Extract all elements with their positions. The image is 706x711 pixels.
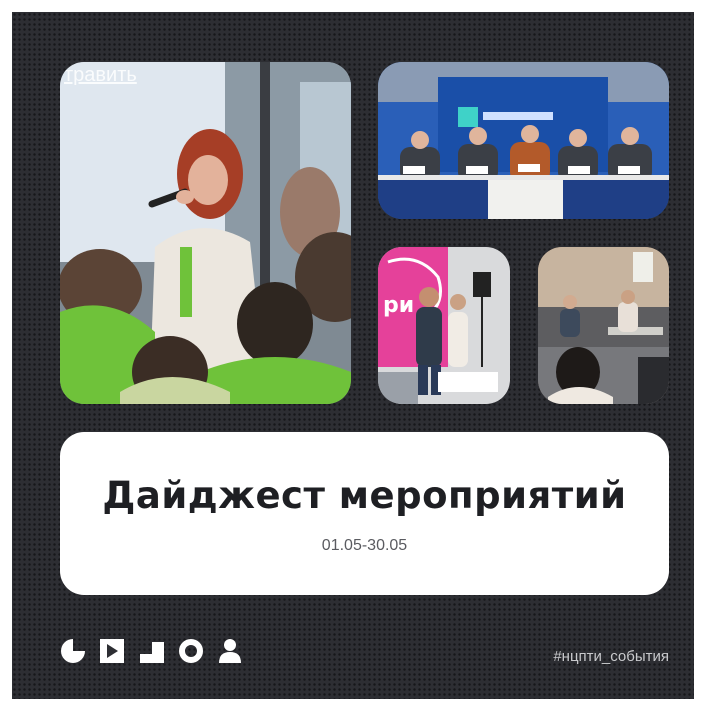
stage-photo: ри (378, 247, 510, 404)
date-range: 01.05-30.05 (321, 537, 408, 554)
person-icon (219, 639, 241, 663)
half-circle-icon (61, 639, 85, 663)
stairs-icon (140, 642, 164, 663)
title-panel: Дайджест мероприятий 01.05-30.05 (60, 432, 669, 595)
speaker-photo: травить (60, 62, 351, 404)
hashtag: #нцпти_события (553, 648, 669, 665)
digest-card: травить ри Дайджест мероприятий 01.05-30… (12, 12, 694, 699)
photo-overlay-text: травить (64, 64, 137, 86)
digest-title: Дайджест мероприятий (102, 474, 627, 517)
classroom-photo (538, 247, 669, 404)
press-conference-photo (378, 62, 669, 219)
ring-icon (179, 639, 203, 663)
svg-text:ри: ри (383, 293, 414, 318)
play-square-icon (100, 639, 124, 663)
brand-logo (61, 639, 241, 663)
